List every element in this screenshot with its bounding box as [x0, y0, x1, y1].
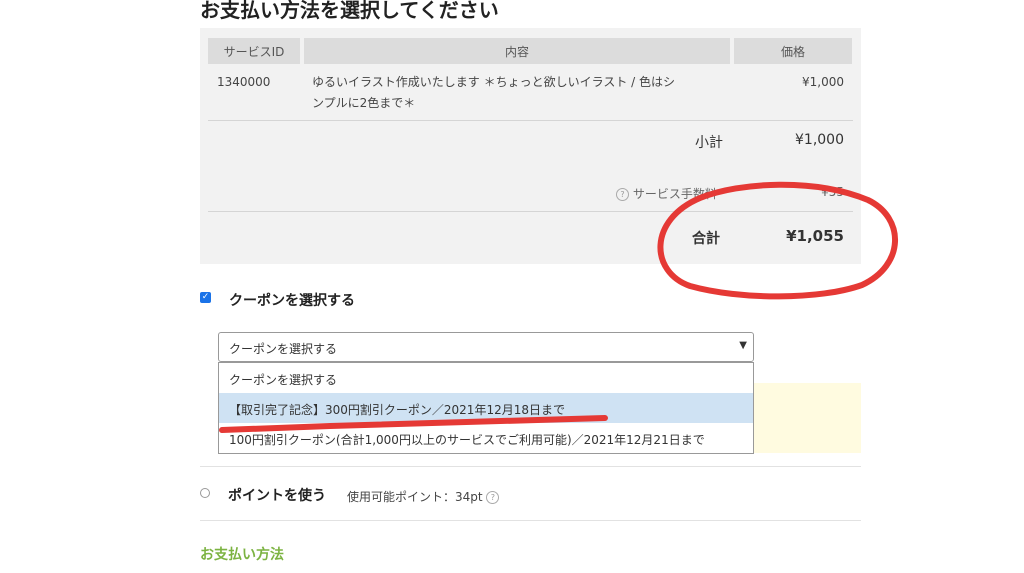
section-divider	[200, 520, 861, 521]
chevron-down-icon: ▼	[739, 340, 747, 351]
fee-label: サービス手数料	[632, 187, 717, 201]
coupon-option[interactable]: クーポンを選択する	[219, 363, 753, 393]
coupon-info-box	[754, 383, 861, 453]
fee-row: ? サービス手数料	[616, 185, 717, 202]
subtotal-value: ¥1,000	[795, 132, 844, 148]
section-divider	[200, 466, 861, 467]
payment-section-label: お支払い方法	[200, 547, 284, 563]
row-content: ゆるいイラスト作成いたします ＊ちょっと欲しいイラスト / 色はシ ンプルに2色…	[312, 72, 732, 114]
coupon-option-highlighted[interactable]: 【取引完了記念】300円割引クーポン／2021年12月18日まで	[219, 393, 753, 423]
row-content-line1: ゆるいイラスト作成いたします ＊ちょっと欲しいイラスト / 色はシ	[312, 75, 676, 89]
coupon-checkbox[interactable]: ✓	[200, 292, 211, 303]
coupon-select-value: クーポンを選択する	[229, 342, 338, 356]
total-value: ¥1,055	[786, 227, 844, 245]
coupon-option-label: クーポンを選択する	[229, 373, 338, 387]
order-summary-panel: サービスID 内容 価格 1340000 ゆるいイラスト作成いたします ＊ちょっ…	[200, 28, 861, 264]
coupon-select[interactable]: クーポンを選択する ▼	[218, 332, 754, 362]
points-available-label: 使用可能ポイント：34pt	[347, 490, 483, 504]
header-price: 価格	[734, 38, 852, 64]
total-divider	[208, 211, 853, 212]
coupon-option-label: 100円割引クーポン(合計1,000円以上のサービスでご利用可能)／2021年1…	[229, 433, 705, 447]
points-label[interactable]: ポイントを使う	[228, 485, 326, 505]
points-available: 使用可能ポイント：34pt ?	[347, 488, 500, 505]
row-divider	[208, 120, 853, 121]
total-label: 合計	[692, 231, 720, 247]
check-icon: ✓	[201, 292, 210, 302]
coupon-option-label: 【取引完了記念】300円割引クーポン／2021年12月18日まで	[229, 403, 565, 417]
coupon-dropdown-list: クーポンを選択する 【取引完了記念】300円割引クーポン／2021年12月18日…	[218, 362, 754, 454]
header-content: 内容	[304, 38, 730, 64]
header-service-id: サービスID	[208, 38, 300, 64]
fee-value: ¥55	[821, 185, 844, 199]
points-radio[interactable]	[200, 488, 210, 498]
coupon-checkbox-label[interactable]: クーポンを選択する	[229, 290, 355, 310]
row-content-line2: ンプルに2色まで＊	[312, 96, 416, 110]
page-title: お支払い方法を選択してください	[200, 0, 499, 22]
coupon-option[interactable]: 100円割引クーポン(合計1,000円以上のサービスでご利用可能)／2021年1…	[219, 423, 753, 453]
row-service-id: 1340000	[217, 75, 271, 89]
question-circle-icon[interactable]: ?	[486, 491, 500, 504]
row-price: ¥1,000	[802, 75, 844, 89]
subtotal-label: 小計	[695, 135, 723, 151]
question-circle-icon[interactable]: ?	[616, 188, 629, 201]
